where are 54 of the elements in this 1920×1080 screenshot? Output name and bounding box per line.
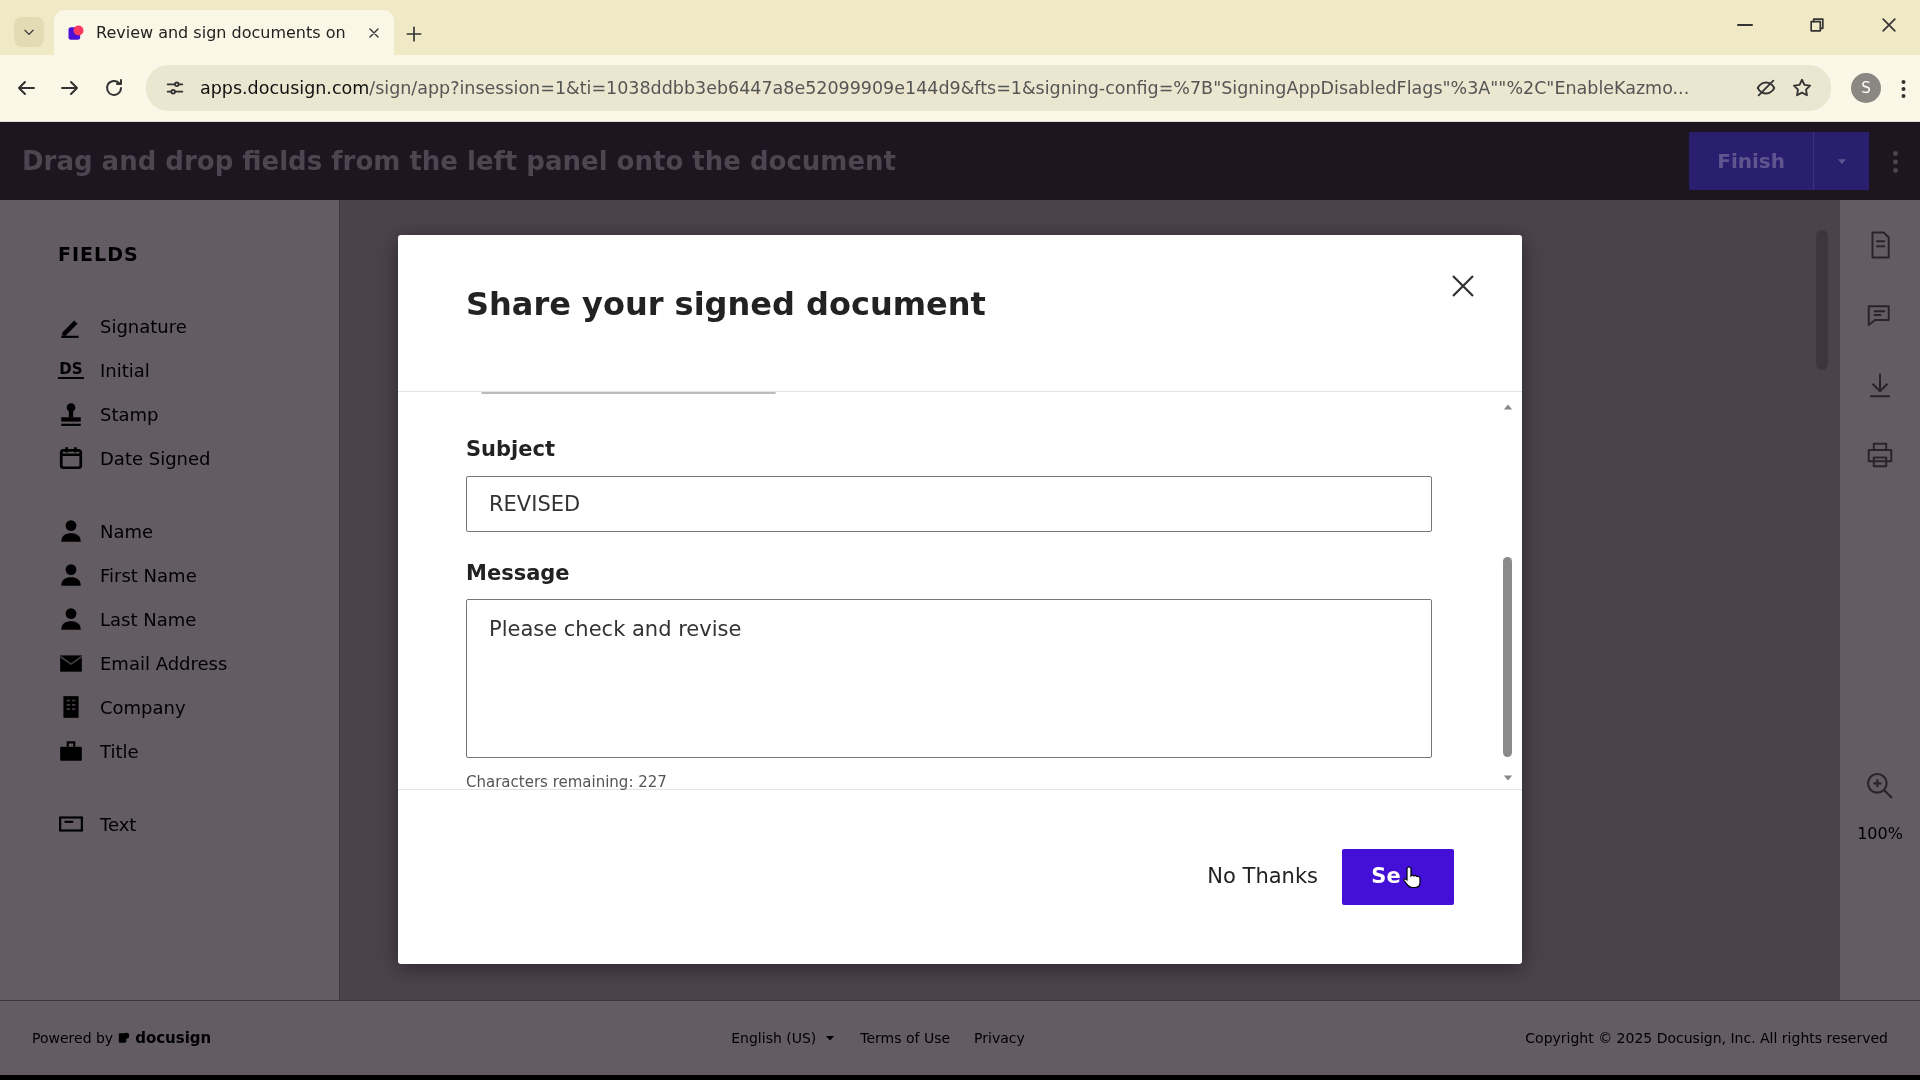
field-type-label[interactable]: Text xyxy=(100,810,137,838)
field-type-label[interactable]: First Name xyxy=(100,561,197,589)
field-label: Message xyxy=(466,559,571,587)
scrollbar-thumb[interactable] xyxy=(1503,557,1512,757)
restore-icon xyxy=(1807,15,1827,35)
print-button[interactable] xyxy=(1865,440,1895,470)
field-type-label[interactable]: Email Address xyxy=(100,649,228,677)
powered-by-text: Powered by xyxy=(32,1028,114,1048)
more-options-button[interactable] xyxy=(1893,149,1898,173)
star-icon xyxy=(1791,77,1813,99)
browser-tab[interactable]: Review and sign documents on xyxy=(54,10,394,55)
field-type-label[interactable]: Stamp xyxy=(100,400,159,428)
no-thanks-button[interactable]: No Thanks xyxy=(1205,853,1320,901)
field-type-label[interactable]: Company xyxy=(100,693,186,721)
finish-options-button[interactable] xyxy=(1813,132,1869,190)
tab-title: Review and sign documents on xyxy=(96,21,347,44)
calendar-icon xyxy=(58,445,84,471)
url-text: apps.docusign.com/sign/app?insession=1&ti=1038ddbb3eb6447a8e52099909e144d9&fts=1&signing-config=%7B"SigningAppDisabledFlags"%3A""%2C"EnableKazmo... xyxy=(200,76,1691,100)
send-button[interactable]: Se xyxy=(1342,849,1454,905)
panel-heading: FIELDS xyxy=(58,242,140,267)
copyright-text: Copyright © 2025 Docusign, Inc. All rights reserved xyxy=(1525,1028,1888,1048)
footer-link[interactable]: Privacy xyxy=(974,1027,1025,1049)
logo-icon xyxy=(117,1031,132,1045)
eye-slash-icon xyxy=(1755,77,1777,99)
message-field[interactable]: Please check and revise xyxy=(466,599,1432,758)
close-window-icon xyxy=(1879,15,1899,35)
person-icon xyxy=(58,606,84,632)
dialog-title: Share your signed document xyxy=(466,285,987,324)
language-select[interactable]: English (US) xyxy=(731,1027,837,1049)
field-type-label[interactable]: Title xyxy=(100,737,139,765)
field-type-label[interactable]: Date Signed xyxy=(100,444,211,472)
minimize-icon xyxy=(1737,23,1753,27)
briefcase-icon xyxy=(58,738,84,764)
person-icon xyxy=(58,562,84,588)
stamp-icon xyxy=(58,401,84,427)
character-count: Characters remaining: 227 xyxy=(466,772,668,793)
print-icon xyxy=(1865,440,1895,470)
field-type-label[interactable]: Initial xyxy=(100,356,150,384)
field-type-label[interactable]: Signature xyxy=(100,312,187,340)
field-type-label[interactable]: Name xyxy=(100,517,154,545)
address-bar[interactable]: apps.docusign.com/sign/app?insession=1&ti=1038ddbb3eb6447a8e52099909e144d9&fts=1&signing-config=%7B"SigningAppDisabledFlags"%3A""%2C"EnableKazmo... xyxy=(146,65,1831,111)
scroll-up-icon xyxy=(1502,402,1514,412)
scroll-down-icon xyxy=(1502,773,1514,783)
subject-field[interactable]: REVISED xyxy=(466,475,1432,532)
field-type-label[interactable]: Last Name xyxy=(100,605,197,633)
zoom-level: 100% xyxy=(1857,823,1903,845)
field-label: Subject xyxy=(466,436,557,463)
tab-list-button[interactable] xyxy=(14,17,44,47)
person-icon xyxy=(58,518,84,544)
profile-avatar[interactable]: S xyxy=(1851,73,1881,103)
footer-link[interactable]: Terms of Use xyxy=(860,1027,951,1049)
more-vertical-icon xyxy=(1901,79,1906,98)
brand-name: docusign xyxy=(135,1027,212,1049)
more-vertical-icon xyxy=(1893,150,1898,173)
